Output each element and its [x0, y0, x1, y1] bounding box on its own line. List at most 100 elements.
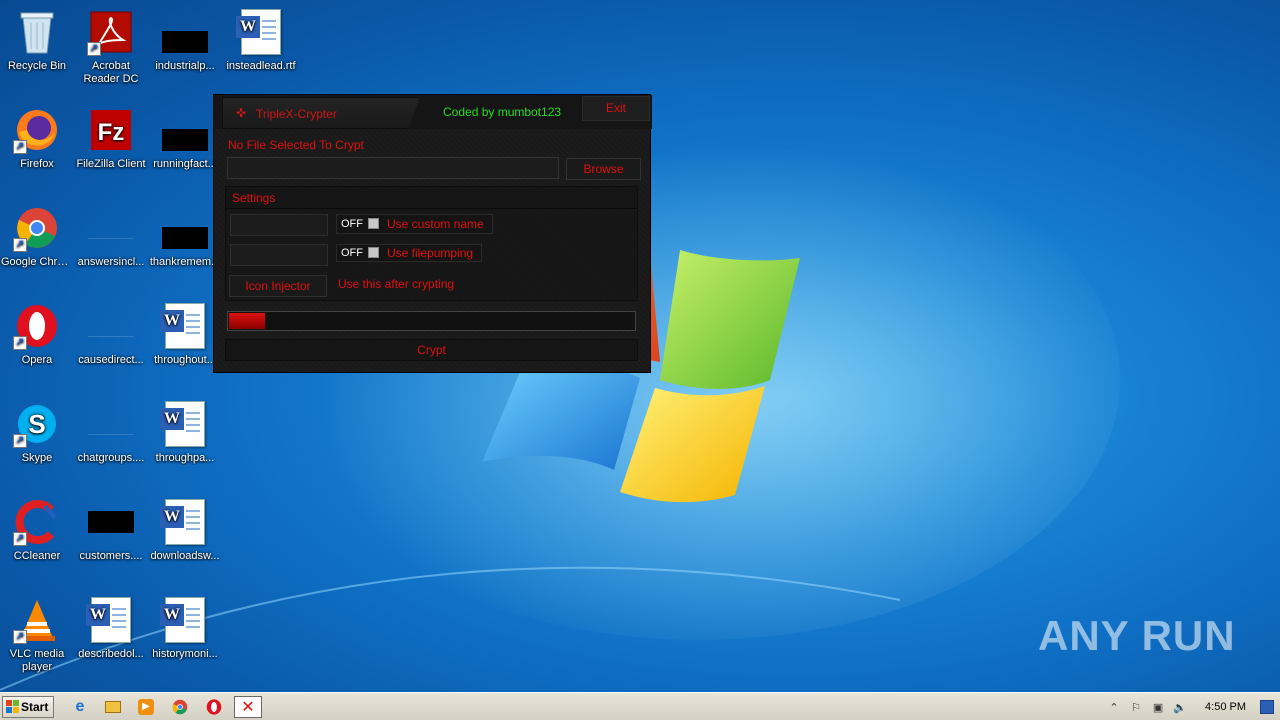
filepump-size-field[interactable] — [230, 244, 328, 266]
word-doc-icon: W — [160, 302, 209, 350]
file-status-label: No File Selected To Crypt — [228, 138, 364, 152]
clock[interactable]: 4:50 PM — [1205, 701, 1246, 713]
desktop-icon-document[interactable]: W insteadlead.rtf — [224, 8, 298, 73]
desktop-icon-file[interactable]: answersincl... — [74, 204, 148, 269]
crypt-progress-bar — [227, 311, 636, 331]
taskbar: Start e ▶ ✕ ⌃ ⚐ ▣ 🔈 4:50 PM — [0, 692, 1280, 720]
custom-name-toggle[interactable]: OFF Use custom name — [336, 214, 493, 234]
desktop-icon-vlc[interactable]: ↗ VLC media player — [0, 596, 74, 674]
blank-file-icon — [87, 302, 135, 350]
volume-icon[interactable]: 🔈 — [1169, 697, 1191, 717]
taskbar-ie-icon[interactable]: e — [66, 696, 94, 718]
desktop-icon-file[interactable]: chatgroups.... — [74, 400, 148, 465]
shortcut-arrow-icon: ↗ — [87, 42, 101, 56]
desktop-icon-label: describedol... — [78, 648, 144, 660]
desktop-icon-file[interactable]: industrialp... — [148, 8, 222, 73]
desktop-icon-label: historymoni... — [152, 648, 218, 660]
desktop-icon-label: Skype — [21, 452, 53, 464]
icon-injector-button[interactable]: Icon Injector — [229, 275, 327, 297]
word-doc-icon: W — [86, 596, 135, 644]
custom-name-checkbox[interactable] — [368, 218, 379, 229]
taskbar-chrome-icon[interactable] — [166, 696, 194, 718]
desktop-icon-label: customers.... — [79, 550, 143, 562]
desktop-icon-file[interactable]: thankremem... — [148, 204, 222, 269]
desktop-icon-document[interactable]: W throughout... — [148, 302, 222, 367]
progress-fill — [229, 313, 265, 329]
crypt-button[interactable]: Crypt — [225, 339, 638, 361]
desktop-icon-label: Acrobat Reader DC — [83, 60, 139, 85]
action-center-flag-icon[interactable]: ⚐ — [1125, 697, 1147, 717]
desktop-icon-label: Opera — [21, 354, 53, 366]
svg-text:S: S — [28, 409, 45, 439]
system-tray: ⌃ ⚐ ▣ 🔈 4:50 PM — [1103, 695, 1280, 719]
black-file-icon — [161, 106, 209, 154]
taskbar-media-player-icon[interactable]: ▶ — [132, 696, 160, 718]
window-title: TripleX-Crypter — [256, 107, 337, 121]
desktop-icon-recycle-bin[interactable]: Recycle Bin — [0, 8, 74, 73]
filepumping-toggle[interactable]: OFF Use filepumping — [336, 244, 483, 262]
shortcut-arrow-icon: ↗ — [13, 140, 27, 154]
blank-file-icon — [87, 400, 135, 448]
desktop-icon-label: Recycle Bin — [7, 60, 67, 72]
toggle-state-label: OFF — [341, 247, 363, 259]
desktop-icon-skype[interactable]: S ↗ Skype — [0, 400, 74, 465]
start-button[interactable]: Start — [2, 696, 54, 718]
desktop-icon-ccleaner[interactable]: ↗ CCleaner — [0, 498, 74, 563]
blank-file-icon — [87, 204, 135, 252]
windows-logo-icon — [6, 700, 19, 713]
desktop-icon-label: Firefox — [20, 158, 54, 170]
show-desktop-button[interactable] — [1260, 700, 1274, 714]
desktop-icon-acrobat[interactable]: ↗ Acrobat Reader DC — [74, 8, 148, 86]
desktop-icon-document[interactable]: W describedol... — [74, 596, 148, 661]
black-file-icon — [87, 498, 135, 546]
filepumping-checkbox[interactable] — [368, 247, 379, 258]
desktop-icon-document[interactable]: W historymoni... — [148, 596, 222, 661]
desktop-icon-file[interactable]: customers.... — [74, 498, 148, 563]
browse-button[interactable]: Browse — [566, 158, 641, 180]
word-doc-icon: W — [236, 8, 285, 56]
word-doc-icon: W — [160, 400, 209, 448]
desktop-icon-chrome[interactable]: ↗ Google Chrome — [0, 204, 74, 269]
desktop-icon-opera[interactable]: ↗ Opera — [0, 302, 74, 367]
shortcut-arrow-icon: ↗ — [13, 434, 27, 448]
desktop-icon-label: throughout... — [154, 354, 216, 366]
toggle-state-label: OFF — [341, 218, 363, 230]
desktop-icon-file[interactable]: causedirect... — [74, 302, 148, 367]
show-hidden-icons-icon[interactable]: ⌃ — [1103, 697, 1125, 717]
shortcut-arrow-icon: ↗ — [13, 630, 27, 644]
app-logo-icon: ✜ — [236, 106, 247, 120]
taskbar-crypter-app-icon[interactable]: ✕ — [234, 696, 262, 718]
shortcut-arrow-icon: ↗ — [13, 532, 27, 546]
desktop-icon-label: downloadsw... — [150, 550, 220, 562]
desktop-icon-firefox[interactable]: ↗ Firefox — [0, 106, 74, 171]
file-path-field[interactable] — [227, 157, 559, 179]
desktop-icon-label: chatgroups.... — [77, 452, 145, 464]
recycle-bin-icon — [13, 8, 61, 56]
desktop-icon-label: answersincl... — [77, 256, 145, 268]
icon-injector-hint: Use this after crypting — [338, 277, 455, 291]
settings-header: Settings — [226, 187, 637, 209]
word-doc-icon: W — [160, 498, 209, 546]
filezilla-icon: Fz — [87, 106, 135, 154]
opera-icon: ↗ — [13, 302, 61, 350]
desktop-icon-file[interactable]: runningfact... — [148, 106, 222, 171]
desktop-icon-filezilla[interactable]: Fz FileZilla Client — [74, 106, 148, 171]
exit-button[interactable]: Exit — [582, 96, 650, 121]
start-label: Start — [21, 700, 49, 714]
title-bar[interactable]: ✜ TripleX-Crypter Coded by mumbot123 Exi… — [214, 95, 652, 129]
custom-name-field[interactable] — [230, 214, 328, 236]
desktop-icon-label: insteadlead.rtf — [226, 60, 296, 72]
network-icon[interactable]: ▣ — [1147, 697, 1169, 717]
shortcut-arrow-icon: ↗ — [13, 238, 27, 252]
taskbar-explorer-icon[interactable] — [99, 696, 127, 718]
desktop-icon-document[interactable]: W downloadsw... — [148, 498, 222, 563]
desktop-icon-label: FileZilla Client — [76, 158, 146, 170]
taskbar-opera-icon[interactable] — [200, 696, 228, 718]
desktop-icon-document[interactable]: W throughpa... — [148, 400, 222, 465]
desktop-icon-label: industrialp... — [155, 60, 215, 72]
desktop-icon-label: causedirect... — [78, 354, 144, 366]
author-credit: Coded by mumbot123 — [443, 105, 562, 119]
anyrun-watermark: ANY RUN — [1038, 612, 1236, 659]
desktop-icon-label: CCleaner — [13, 550, 61, 562]
svg-text:Fz: Fz — [98, 119, 125, 146]
